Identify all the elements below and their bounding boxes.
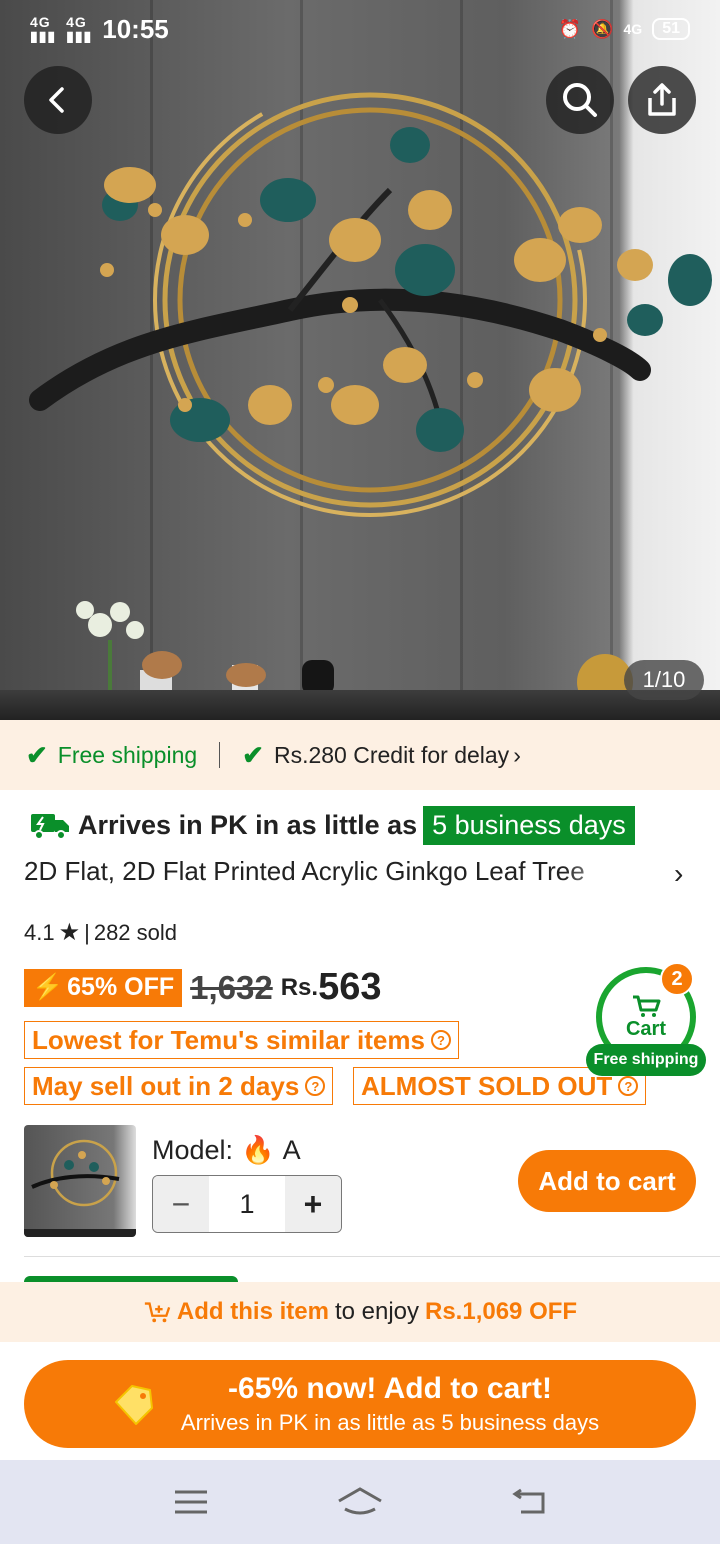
status-bar: 4G ▮▮▮ 4G ▮▮▮ 10:55 ⏰ 🔕 4G 51	[0, 0, 720, 58]
rating-value: 4.1	[24, 919, 55, 945]
divider: |	[84, 919, 90, 945]
lowest-price-tag[interactable]: Lowest for Temu's similar items ?	[24, 1021, 459, 1059]
chevron-left-icon	[49, 87, 64, 113]
search-button[interactable]	[546, 66, 614, 134]
arrives-text: Arrives in PK in as little as	[78, 810, 418, 840]
mute-icon: 🔕	[591, 18, 614, 39]
network-indicator: 4G ▮▮▮	[66, 14, 93, 44]
price-tag-icon	[115, 1385, 153, 1425]
cart-icon	[633, 995, 661, 1017]
lightning-icon: ⚡	[32, 973, 64, 1001]
model-label: Model:	[152, 1134, 234, 1165]
credit-label: Rs.280 Credit for delay	[273, 741, 510, 768]
clock: 10:55	[102, 13, 169, 44]
model-thumbnail[interactable]	[24, 1125, 136, 1237]
shipping-bar[interactable]: ✔ Free shipping ✔ Rs.280 Credit for dela…	[0, 720, 720, 790]
battery-icon: 51	[652, 18, 690, 40]
help-icon: ?	[618, 1076, 639, 1096]
discount-label: 65% OFF	[67, 973, 175, 1001]
add-to-cart-button[interactable]: Add to cart	[518, 1150, 696, 1212]
increment-button[interactable]: +	[285, 1176, 341, 1232]
cta-line1: -65% now! Add to cart!	[228, 1372, 552, 1405]
free-shipping-label: Free shipping	[57, 741, 198, 768]
sell-out-tag[interactable]: May sell out in 2 days ?	[24, 1067, 334, 1105]
rating-row[interactable]: 4.1 ★ | 282 sold	[24, 918, 177, 947]
delivery-info: Arrives in PK in as little as 5 business…	[30, 806, 635, 845]
delivery-truck-icon	[31, 813, 69, 840]
back-nav-icon[interactable]	[511, 1488, 547, 1516]
flame-icon: 🔥	[241, 1135, 275, 1165]
chevron-right-icon: ›	[513, 741, 521, 768]
tag-label: Lowest for Temu's similar items	[32, 1024, 425, 1055]
network-label: 4G	[30, 14, 51, 30]
tag-label: ALMOST SOLD OUT	[361, 1070, 613, 1101]
chevron-right-icon[interactable]: ›	[674, 858, 683, 890]
check-icon: ✔	[26, 739, 48, 770]
menu-icon[interactable]	[173, 1488, 209, 1516]
promo-add-item: Add this item	[176, 1298, 329, 1325]
section-divider	[24, 1256, 720, 1257]
model-selector[interactable]: Model: 🔥 A	[152, 1134, 301, 1166]
promo-bar[interactable]: Add this item to enjoy Rs.1,069 OFF	[0, 1282, 720, 1342]
original-price: 1,632	[190, 968, 273, 1006]
cart-plus-icon	[144, 1302, 171, 1323]
price-row: ⚡ 65% OFF 1,632 Rs. 563	[24, 966, 381, 1009]
business-days-badge: 5 business days	[423, 806, 635, 845]
home-icon[interactable]	[336, 1485, 384, 1519]
product-title[interactable]: 2D Flat, 2D Flat Printed Acrylic Ginkgo …	[24, 856, 624, 887]
promo-middle-text: to enjoy	[334, 1298, 419, 1325]
system-nav-bar	[0, 1460, 720, 1544]
cart-label: Cart	[625, 1017, 666, 1040]
sale-price: 563	[318, 966, 382, 1008]
quantity-value[interactable]: 1	[209, 1176, 285, 1232]
back-button[interactable]	[24, 66, 92, 134]
thumbnail-art	[24, 1139, 136, 1237]
share-button[interactable]	[628, 66, 696, 134]
help-icon: ?	[305, 1076, 326, 1096]
network-indicator: 4G ▮▮▮	[30, 14, 57, 44]
model-value: A	[282, 1134, 301, 1165]
help-icon: ?	[430, 1030, 451, 1050]
divider	[219, 742, 221, 768]
quantity-stepper[interactable]: − 1 +	[152, 1175, 342, 1233]
currency-label: Rs.	[280, 973, 319, 1001]
discount-badge: ⚡ 65% OFF	[24, 968, 183, 1007]
sold-count: 282 sold	[93, 919, 178, 945]
network-label: 4G	[623, 21, 643, 37]
search-icon	[563, 83, 597, 117]
share-icon	[648, 83, 676, 116]
alarm-icon: ⏰	[558, 18, 582, 39]
image-counter: 1/10	[624, 660, 704, 700]
decrement-button[interactable]: −	[153, 1176, 209, 1232]
star-icon: ★	[58, 919, 81, 946]
promo-amount: Rs.1,069 OFF	[425, 1298, 578, 1325]
cart-free-shipping-badge: Free shipping	[586, 1044, 706, 1076]
check-icon: ✔	[242, 739, 264, 770]
cart-count-badge: 2	[660, 962, 694, 996]
network-label: 4G	[66, 14, 87, 30]
tag-label: May sell out in 2 days	[32, 1070, 300, 1101]
shelf	[0, 690, 720, 720]
cta-line2: Arrives in PK in as little as 5 business…	[180, 1410, 600, 1435]
